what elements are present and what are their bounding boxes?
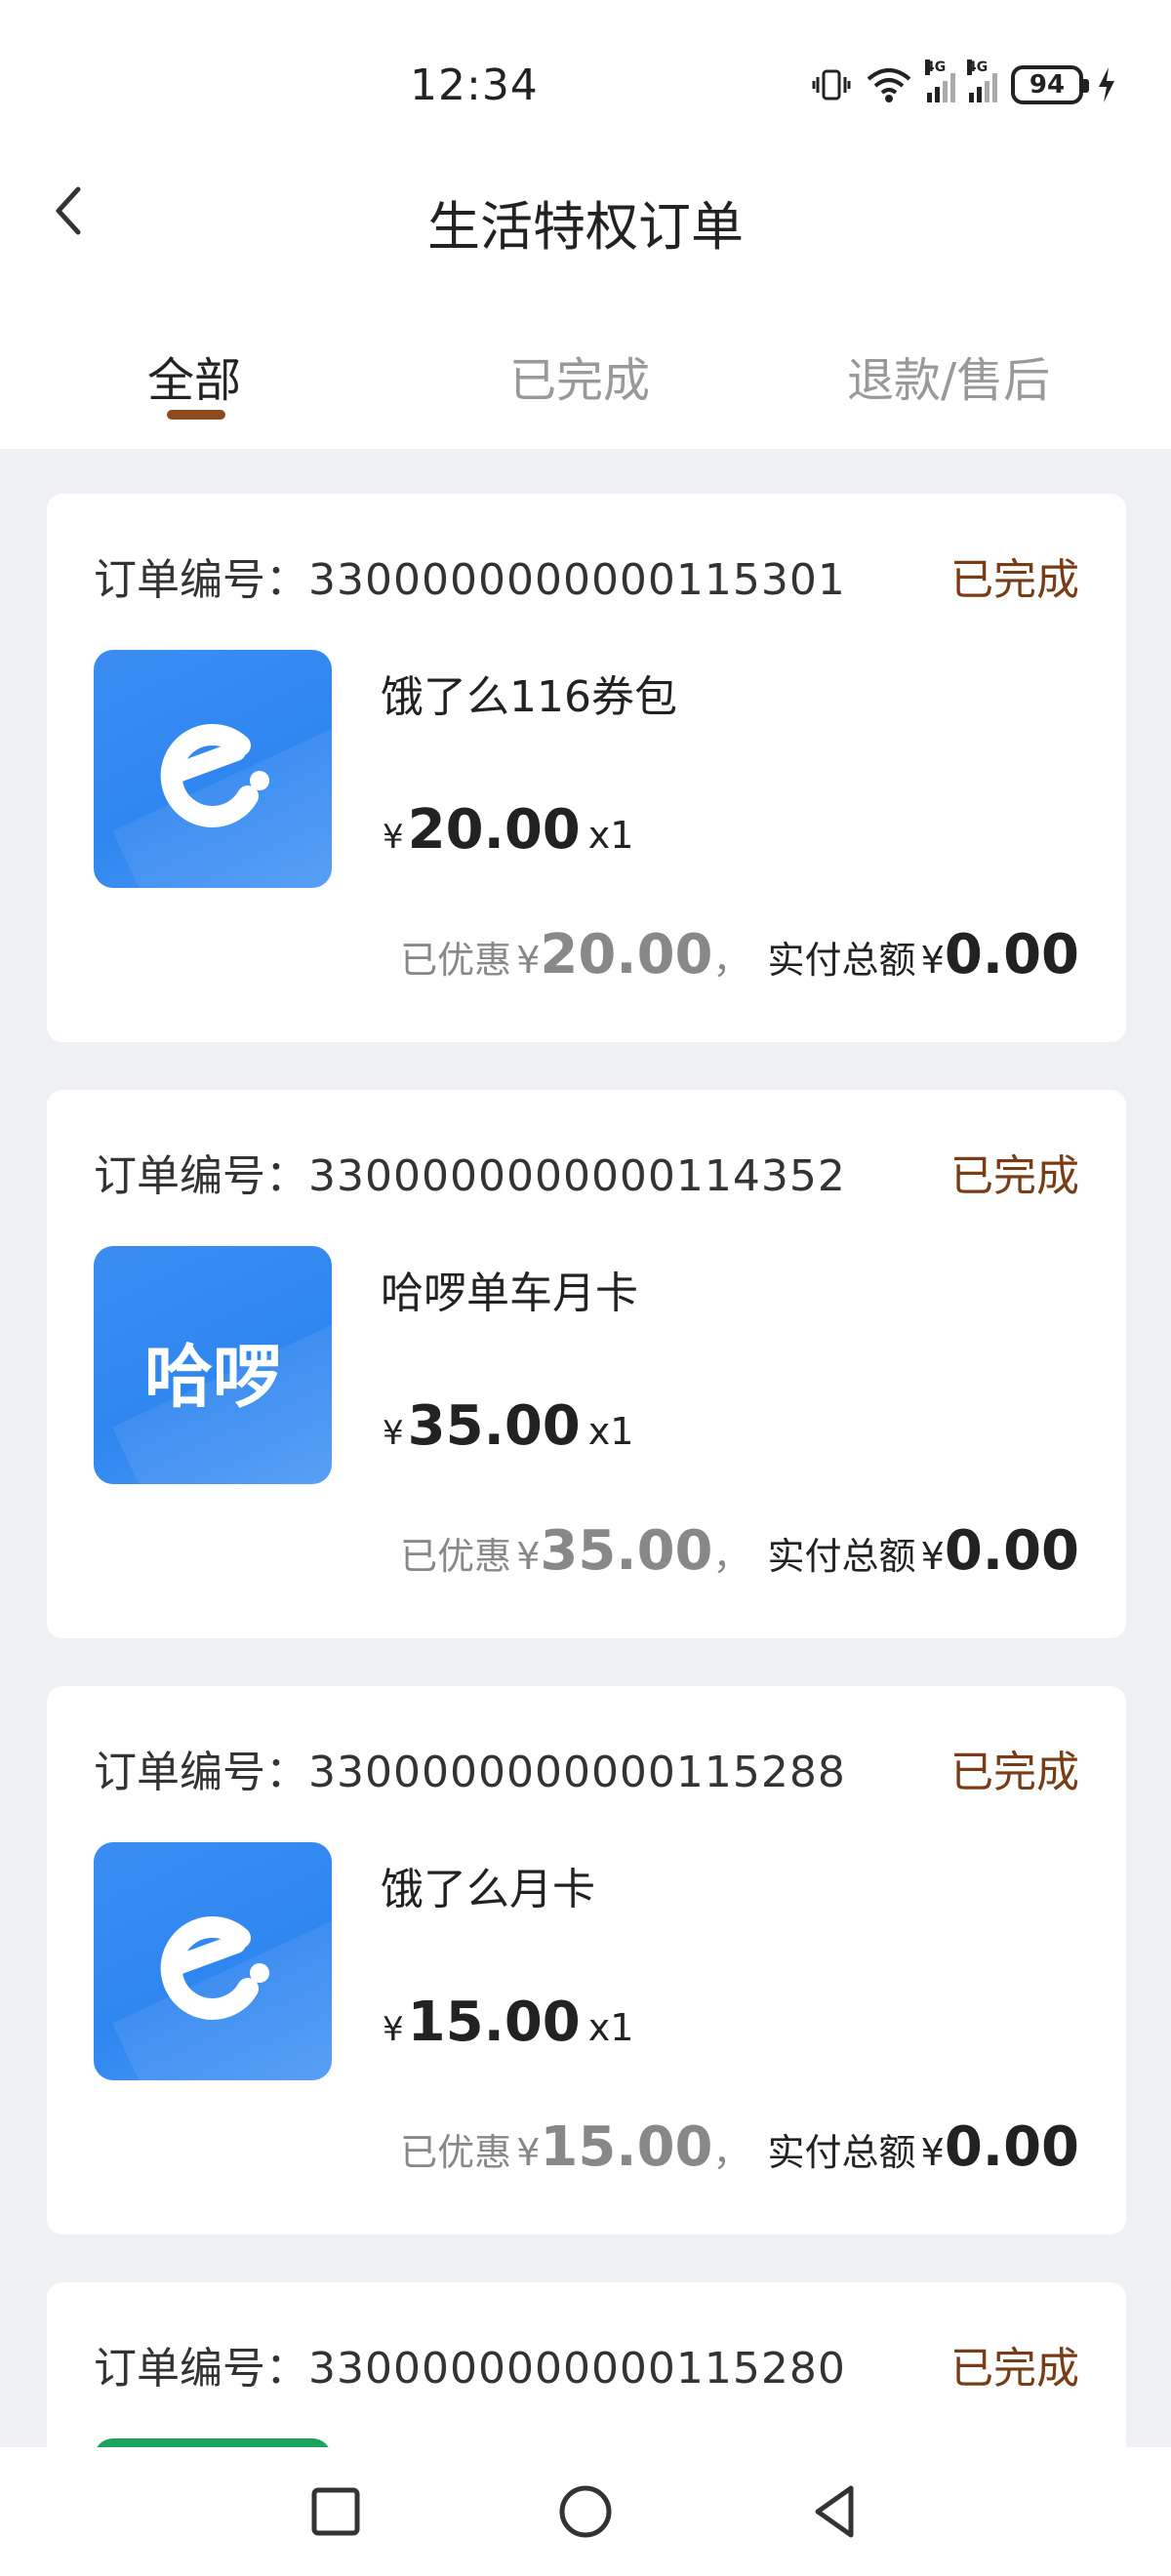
paid-amount: 0.00	[944, 923, 1079, 986]
wifi-icon	[867, 68, 911, 102]
vibrate-icon	[812, 69, 851, 101]
currency-symbol: ¥	[383, 2010, 404, 2049]
order-card[interactable]: 订单编号：3300000000000115288 已完成 饿了么月卡 ¥15.0…	[47, 1686, 1126, 2234]
home-button[interactable]	[554, 2480, 617, 2543]
unit-price: ¥15.00 x1	[383, 1991, 633, 2054]
product-thumbnail	[94, 1842, 332, 2080]
product-name: 饿了么116券包	[381, 672, 677, 722]
charging-icon	[1099, 67, 1114, 102]
order-number: 订单编号：3300000000000114352	[94, 1141, 846, 1203]
product-name: 哈啰单车月卡	[381, 1268, 638, 1318]
separator: ，	[712, 939, 750, 982]
separator: ，	[712, 2131, 750, 2174]
page-title: 生活特权订单	[427, 196, 744, 258]
quantity: x1	[587, 1410, 634, 1453]
quantity: x1	[587, 2006, 634, 2049]
currency-symbol: ¥	[383, 1414, 404, 1453]
signal-4g-icon-2: 4G	[967, 60, 997, 102]
unit-price: ¥35.00 x1	[383, 1394, 633, 1458]
payment-summary: 已优惠 ¥20.00， 实付总额 ¥0.00	[400, 923, 1079, 986]
order-number-value: 3300000000000115301	[308, 555, 846, 605]
order-number-label: 订单编号：	[94, 555, 308, 605]
order-number-label: 订单编号：	[94, 1151, 308, 1201]
recent-apps-button[interactable]	[304, 2480, 367, 2543]
product-thumbnail	[94, 650, 332, 888]
currency-symbol: ¥	[516, 2131, 541, 2174]
order-number-label: 订单编号：	[94, 2344, 308, 2394]
paid-label: 实付总额	[767, 1535, 916, 1578]
discount-label: 已优惠	[400, 2131, 512, 2174]
signal-4g-icon: 4G	[925, 60, 955, 102]
back-nav-button[interactable]	[804, 2480, 867, 2543]
battery-icon: 94	[1011, 65, 1089, 104]
currency-symbol: ¥	[920, 1535, 945, 1578]
order-card[interactable]: 订单编号：3300000000000115301 已完成 饿了么116券包 ¥2…	[47, 494, 1126, 1042]
order-number: 订单编号：3300000000000115280	[94, 2333, 846, 2395]
paid-amount: 0.00	[944, 2115, 1079, 2179]
discount-amount: 15.00	[540, 2115, 713, 2179]
price-amount: 35.00	[407, 1394, 581, 1458]
order-card[interactable]: 订单编号：3300000000000114352 已完成 哈啰 哈啰单车月卡 ¥…	[47, 1090, 1126, 1638]
system-nav-bar	[0, 2447, 1171, 2576]
price-amount: 15.00	[407, 1991, 581, 2054]
payment-summary: 已优惠 ¥35.00， 实付总额 ¥0.00	[400, 1519, 1079, 1583]
order-status: 已完成	[950, 1151, 1079, 1201]
order-status: 已完成	[950, 2344, 1079, 2394]
discount-label: 已优惠	[400, 939, 512, 982]
discount-amount: 35.00	[540, 1519, 713, 1583]
tab-bar: 全部 已完成 退款/售后	[0, 293, 1171, 449]
eleme-logo-icon	[160, 723, 269, 827]
tab-active-indicator	[167, 410, 225, 420]
quantity: x1	[587, 814, 634, 857]
currency-symbol: ¥	[920, 2131, 945, 2174]
order-status: 已完成	[950, 555, 1079, 605]
order-number-label: 订单编号：	[94, 1748, 308, 1797]
paid-amount: 0.00	[944, 1519, 1079, 1583]
paid-label: 实付总额	[767, 2131, 916, 2174]
tab-completed[interactable]: 已完成	[509, 342, 650, 410]
payment-summary: 已优惠 ¥15.00， 实付总额 ¥0.00	[400, 2115, 1079, 2179]
order-number-value: 3300000000000114352	[308, 1151, 846, 1201]
currency-symbol: ¥	[383, 818, 404, 857]
header: 生活特权订单	[0, 146, 1171, 293]
currency-symbol: ¥	[920, 939, 945, 982]
tab-refund[interactable]: 退款/售后	[847, 342, 1050, 410]
tab-all[interactable]: 全部	[147, 342, 241, 410]
product-thumbnail: 哈啰	[94, 1246, 332, 1484]
eleme-logo-icon	[160, 1915, 269, 2020]
status-icons: 4G 4G 94	[812, 60, 1116, 109]
order-status: 已完成	[950, 1748, 1079, 1797]
hellobike-logo-icon: 哈啰	[144, 1337, 281, 1417]
currency-symbol: ¥	[516, 939, 541, 982]
unit-price: ¥20.00 x1	[383, 798, 633, 862]
order-number-value: 3300000000000115280	[308, 2344, 846, 2394]
product-name: 饿了么月卡	[381, 1865, 595, 1914]
order-number: 订单编号：3300000000000115288	[94, 1737, 846, 1799]
status-bar: 12:34 4G 4G 94	[0, 0, 1171, 146]
paid-label: 实付总额	[767, 939, 916, 982]
order-number-value: 3300000000000115288	[308, 1748, 846, 1797]
discount-amount: 20.00	[540, 923, 713, 986]
price-amount: 20.00	[407, 798, 581, 862]
currency-symbol: ¥	[516, 1535, 541, 1578]
order-number: 订单编号：3300000000000115301	[94, 544, 846, 607]
separator: ，	[712, 1535, 750, 1578]
discount-label: 已优惠	[400, 1535, 512, 1578]
status-time: 12:34	[410, 60, 539, 110]
